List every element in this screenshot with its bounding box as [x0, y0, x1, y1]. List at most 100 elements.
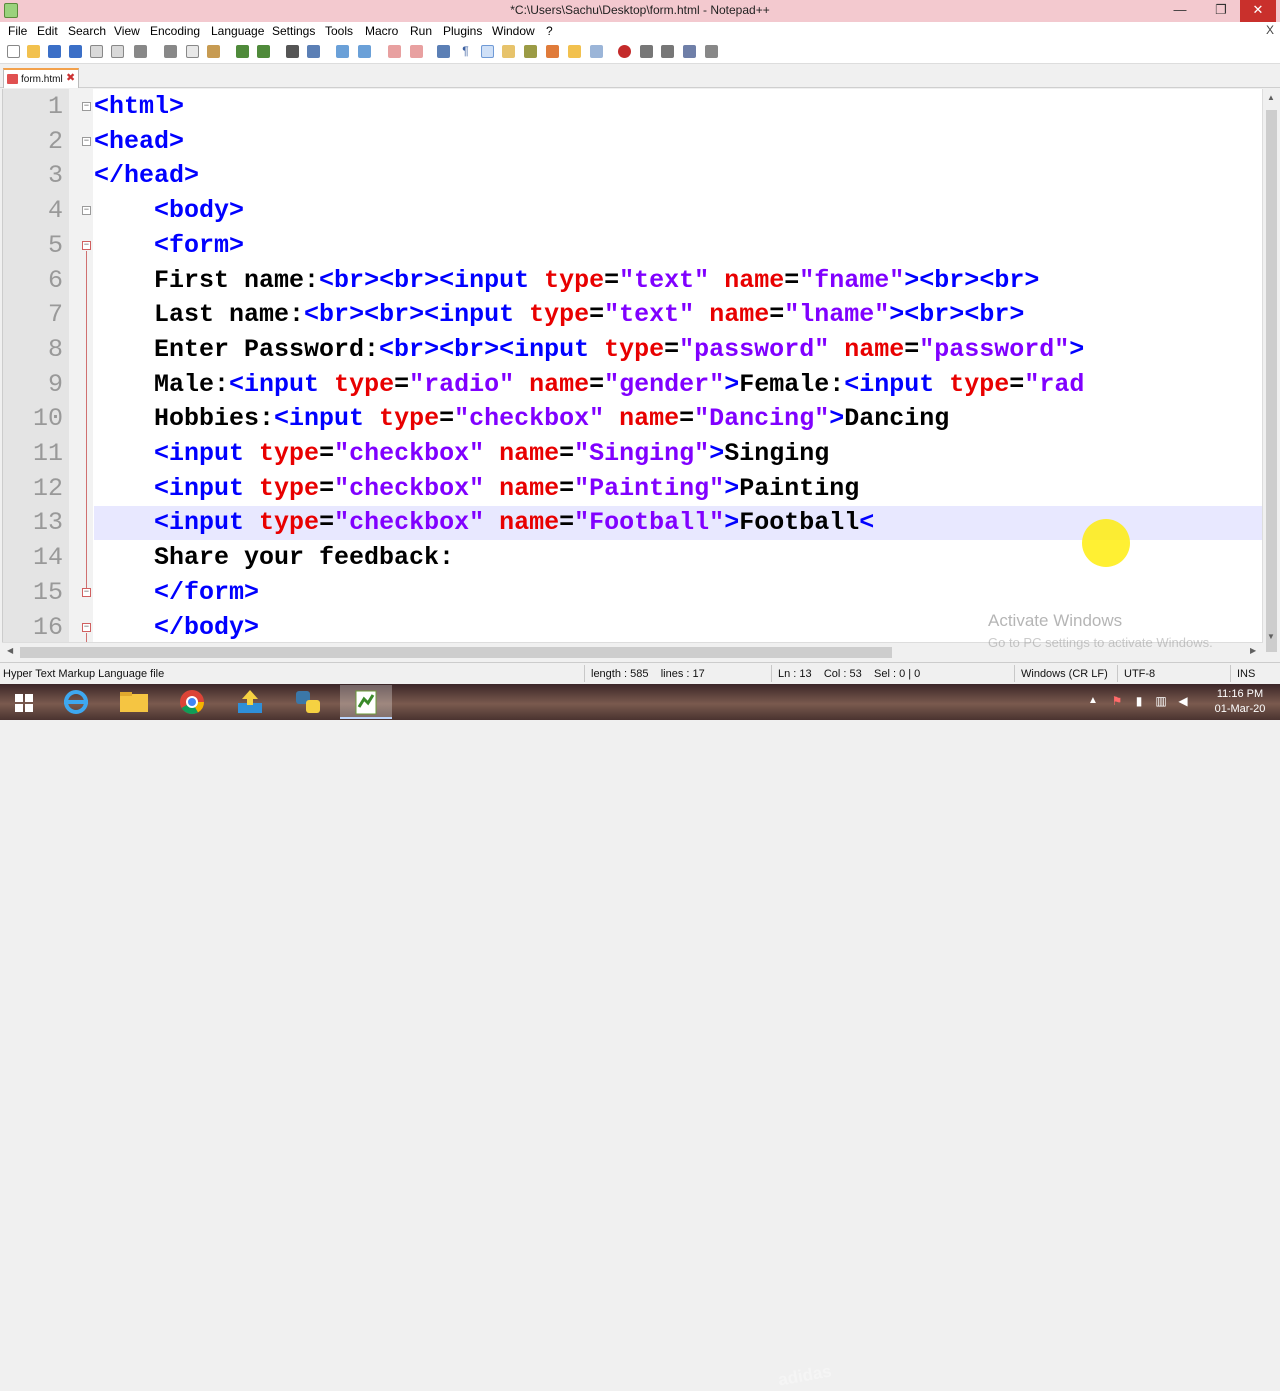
sync-vertical-icon[interactable] [388, 45, 401, 58]
tab-close-icon[interactable]: ✖ [66, 73, 76, 84]
title-bar[interactable]: *C:\Users\Sachu\Desktop\form.html - Note… [0, 0, 1280, 22]
taskbar-chrome[interactable] [166, 685, 218, 719]
start-button[interactable] [0, 685, 48, 719]
vertical-scroll-thumb[interactable] [1266, 110, 1277, 652]
action-center-icon[interactable]: ⚑ [1110, 694, 1124, 708]
menu-view[interactable]: View [114, 24, 140, 38]
show-all-chars-icon[interactable]: ¶ [459, 45, 472, 58]
taskbar-notepad-plus-plus[interactable] [340, 685, 392, 719]
code-editor[interactable]: 1 2 3 4 5 6 7 8 9 10 11 12 13 14 15 16 <html> <head> </he… [2, 89, 1262, 643]
volume-icon[interactable]: ◀ [1176, 694, 1190, 708]
stop-macro-icon[interactable] [640, 45, 653, 58]
doc-map-icon[interactable] [524, 45, 537, 58]
code-line[interactable]: Male:<input type="radio" name="gender">F… [94, 368, 1084, 402]
fold-toggle-icon[interactable]: − [82, 206, 91, 216]
code-line[interactable]: <head> [94, 125, 184, 159]
close-window-button[interactable]: ✕ [1240, 0, 1276, 22]
function-list-icon[interactable] [546, 45, 559, 58]
tray-overflow-icon[interactable]: ▲ [1088, 695, 1098, 706]
network-icon[interactable]: ▥ [1154, 694, 1168, 708]
zoom-out-icon[interactable] [358, 45, 371, 58]
vertical-scrollbar[interactable]: ▲ ▼ [1262, 89, 1280, 652]
fold-toggle-icon[interactable]: − [82, 136, 91, 146]
find-icon[interactable] [286, 45, 299, 58]
code-line[interactable]: <input type="checkbox" name="Painting">P… [94, 472, 859, 506]
battery-icon[interactable]: ▮ [1132, 694, 1146, 708]
user-language-icon[interactable] [502, 45, 515, 58]
copy-icon[interactable] [186, 45, 199, 58]
close-document-button[interactable]: X [1266, 23, 1274, 37]
code-line[interactable]: <html> [94, 90, 184, 124]
code-line[interactable]: <form> [94, 229, 244, 263]
horizontal-scroll-thumb[interactable] [20, 647, 892, 658]
open-file-icon[interactable] [27, 45, 40, 58]
scroll-left-icon[interactable]: ◀ [7, 646, 13, 655]
windows-logo-icon [15, 694, 33, 712]
tab-form-html[interactable]: form.html ✖ [3, 68, 79, 88]
code-line[interactable]: <input type="checkbox" name="Football">F… [94, 506, 874, 540]
replace-icon[interactable] [307, 45, 320, 58]
print-icon[interactable] [134, 45, 147, 58]
code-line[interactable]: Hobbies:<input type="checkbox" name="Dan… [94, 402, 949, 436]
code-line[interactable]: Share your feedback: [94, 541, 454, 575]
taskbar-file-explorer[interactable] [108, 685, 160, 719]
line-number: 6 [47, 265, 63, 295]
menu-plugins[interactable]: Plugins [443, 24, 482, 38]
indent-guide-icon[interactable] [481, 45, 494, 58]
menu-help[interactable]: ? [546, 24, 553, 38]
line-number: 8 [47, 334, 63, 364]
code-line[interactable]: <body> [94, 194, 244, 228]
code-line[interactable]: </head> [94, 159, 199, 193]
play-macro-icon[interactable] [661, 45, 674, 58]
restore-button[interactable]: ❐ [1203, 0, 1239, 22]
notepad-plus-plus-icon [355, 690, 377, 715]
run-macro-multiple-icon[interactable] [683, 45, 696, 58]
sync-horizontal-icon[interactable] [410, 45, 423, 58]
paste-icon[interactable] [207, 45, 220, 58]
menu-language[interactable]: Language [211, 24, 264, 38]
new-file-icon[interactable] [7, 45, 20, 58]
menu-settings[interactable]: Settings [272, 24, 315, 38]
save-macro-icon[interactable] [705, 45, 718, 58]
menu-run[interactable]: Run [410, 24, 432, 38]
code-line[interactable]: <input type="checkbox" name="Singing">Si… [94, 437, 829, 471]
code-line[interactable]: </body> [94, 611, 259, 644]
line-number: 16 [32, 612, 63, 642]
menu-edit[interactable]: Edit [37, 24, 58, 38]
cut-icon[interactable] [164, 45, 177, 58]
menu-window[interactable]: Window [492, 24, 535, 38]
code-line[interactable]: </form> [94, 576, 259, 610]
fold-toggle-icon[interactable]: − [82, 240, 91, 250]
undo-icon[interactable] [236, 45, 249, 58]
clock-date[interactable]: 01-Mar-20 [1210, 703, 1270, 715]
close-icon[interactable] [90, 45, 103, 58]
word-wrap-icon[interactable] [437, 45, 450, 58]
code-line[interactable]: First name:<br><br><input type="text" na… [94, 264, 1039, 298]
clock-time[interactable]: 11:16 PM [1210, 688, 1270, 700]
scroll-down-icon[interactable]: ▼ [1267, 632, 1275, 641]
taskbar-python[interactable] [282, 685, 334, 719]
code-line[interactable]: Enter Password:<br><br><input type="pass… [94, 333, 1084, 367]
menu-file[interactable]: File [8, 24, 27, 38]
fold-toggle-icon[interactable]: − [82, 102, 91, 111]
fold-toggle-icon[interactable]: − [82, 622, 91, 632]
menu-tools[interactable]: Tools [325, 24, 353, 38]
save-icon[interactable] [48, 45, 61, 58]
zoom-in-icon[interactable] [336, 45, 349, 58]
menu-macro[interactable]: Macro [365, 24, 398, 38]
folder-workspace-icon[interactable] [568, 45, 581, 58]
menu-search[interactable]: Search [68, 24, 106, 38]
menu-encoding[interactable]: Encoding [150, 24, 200, 38]
record-macro-icon[interactable] [618, 45, 631, 58]
taskbar-app-installer[interactable] [224, 685, 276, 719]
redo-icon[interactable] [257, 45, 270, 58]
code-line[interactable]: Last name:<br><br><input type="text" nam… [94, 298, 1024, 332]
monitoring-icon[interactable] [590, 45, 603, 58]
fold-toggle-icon[interactable]: − [82, 587, 91, 597]
save-all-icon[interactable] [69, 45, 82, 58]
scroll-right-icon[interactable]: ▶ [1250, 646, 1256, 655]
minimize-button[interactable]: — [1162, 0, 1198, 22]
taskbar-internet-explorer[interactable] [50, 685, 102, 719]
close-all-icon[interactable] [111, 45, 124, 58]
scroll-up-icon[interactable]: ▲ [1267, 93, 1275, 102]
